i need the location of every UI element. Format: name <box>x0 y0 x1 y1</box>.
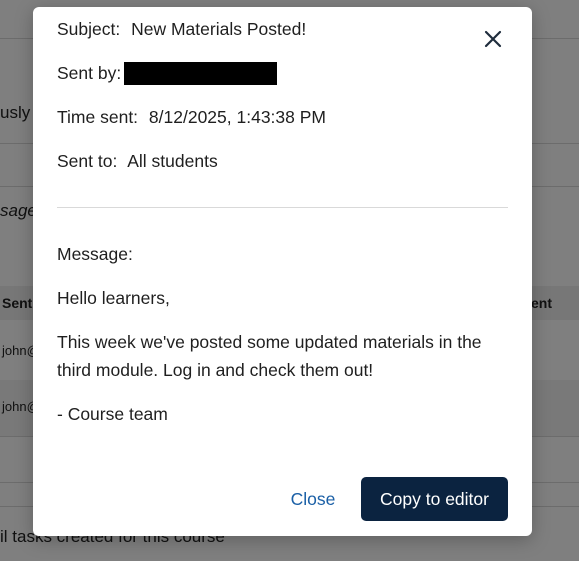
redacted-sender <box>124 62 277 85</box>
sent-to-label: Sent to: <box>57 151 118 171</box>
time-sent-value: 8/12/2025, 1:43:38 PM <box>148 107 326 127</box>
subject-value: New Materials Posted! <box>131 19 307 39</box>
subject-row: Subject: New Materials Posted! <box>57 19 306 40</box>
subject-label: Subject: <box>57 19 121 39</box>
time-sent-label: Time sent: <box>57 107 139 127</box>
copy-to-editor-button[interactable]: Copy to editor <box>361 477 508 521</box>
message-line: This week we've posted some updated mate… <box>57 332 482 380</box>
dialog-divider <box>57 207 508 208</box>
sent-by-row: Sent by: <box>57 63 121 84</box>
message-line: - Course team <box>57 404 168 424</box>
close-button[interactable]: Close <box>279 477 347 521</box>
message-line: Hello learners, <box>57 288 170 308</box>
time-sent-row: Time sent: 8/12/2025, 1:43:38 PM <box>57 107 326 128</box>
sent-by-label: Sent by: <box>57 63 122 83</box>
message-dialog: Subject: New Materials Posted! Sent by: … <box>33 7 532 536</box>
sent-to-value: All students <box>127 151 218 171</box>
close-x-icon[interactable] <box>481 27 505 51</box>
message-label: Message: <box>57 244 133 264</box>
sent-to-row: Sent to: All students <box>57 151 218 172</box>
